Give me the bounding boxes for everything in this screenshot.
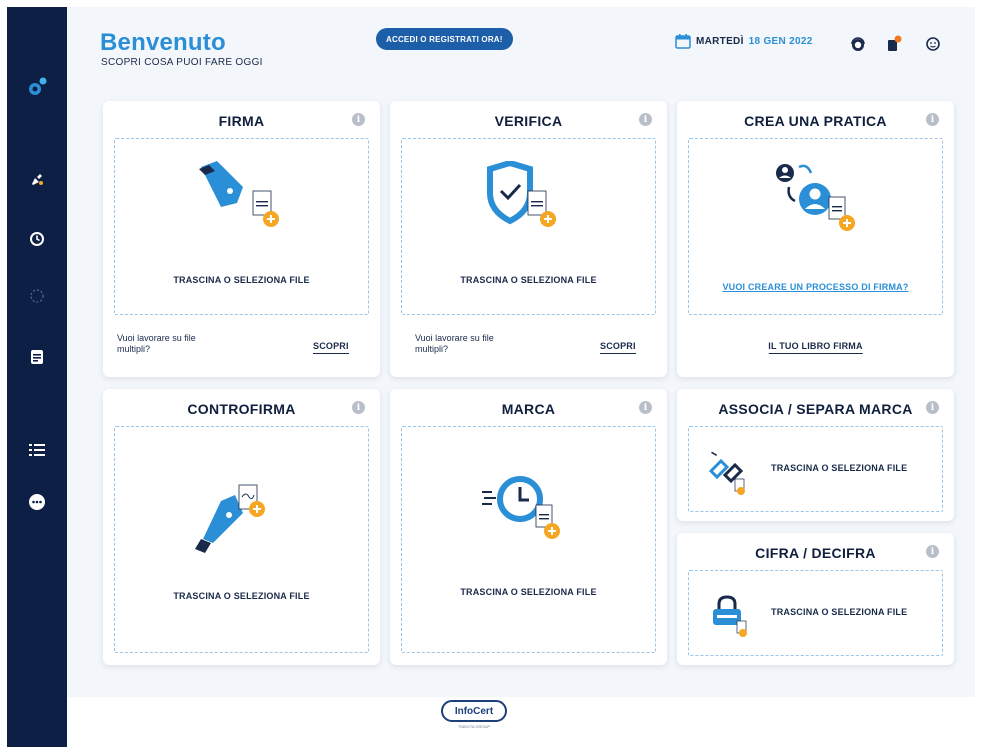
multiple-files-text: Vuoi lavorare su file multipli? xyxy=(117,333,196,354)
date-day: MARTEDÌ xyxy=(696,35,744,47)
app-logo-icon[interactable] xyxy=(7,73,67,101)
card-title: CREA UNA PRATICA xyxy=(744,113,887,129)
info-icon[interactable]: i xyxy=(639,113,652,126)
date-value: 18 GEN 2022 xyxy=(748,35,813,47)
drop-instruction: TRASCINA O SELEZIONA FILE xyxy=(771,607,908,617)
sidebar xyxy=(7,7,67,747)
card-title: CIFRA / DECIFRA xyxy=(755,545,876,561)
info-icon[interactable]: i xyxy=(639,401,652,414)
signature-book-link[interactable]: IL TUO LIBRO FIRMA xyxy=(768,341,863,354)
file-drop-zone[interactable]: TRASCINA O SELEZIONA FILE xyxy=(401,138,656,315)
create-signature-process-link[interactable]: VUOI CREARE UN PROCESSO DI FIRMA? xyxy=(689,282,942,292)
more-options-icon[interactable] xyxy=(7,488,67,516)
calendar-icon xyxy=(675,34,691,49)
card-associa-separa: ASSOCIA / SEPARA MARCA i TRASCINA O SELE… xyxy=(677,389,954,521)
notifications-icon[interactable] xyxy=(885,35,903,53)
discover-link[interactable]: SCOPRI xyxy=(600,341,636,354)
date-display: MARTEDÌ 18 GEN 2022 xyxy=(675,33,813,49)
card-verifica: VERIFICA i TRASCINA O SELEZIONA FILE Vuo… xyxy=(390,101,667,377)
list-icon[interactable] xyxy=(7,436,67,464)
card-firma: FIRMA i TRASCINA O SELEZIONA FILE Vuoi l… xyxy=(103,101,380,377)
drop-instruction: TRASCINA O SELEZIONA FILE xyxy=(460,275,597,285)
login-register-button[interactable]: ACCEDI O REGISTRATI ORA! xyxy=(376,28,513,50)
info-icon[interactable]: i xyxy=(926,401,939,414)
padlock-encrypt-icon xyxy=(713,595,747,637)
file-drop-zone[interactable]: TRASCINA O SELEZIONA FILE xyxy=(114,426,369,653)
info-icon[interactable]: i xyxy=(926,113,939,126)
users-process-icon xyxy=(776,164,855,231)
footer-bar xyxy=(67,697,975,747)
logo-text: InfoCert xyxy=(454,705,494,717)
file-drop-zone[interactable]: TRASCINA O SELEZIONA FILE xyxy=(401,426,656,653)
multiple-files-text: Vuoi lavorare su file multipli? xyxy=(415,333,494,354)
link-chain-icon xyxy=(708,451,745,495)
file-drop-zone[interactable]: TRASCINA O SELEZIONA FILE xyxy=(114,138,369,315)
info-icon[interactable]: i xyxy=(926,545,939,558)
drop-instruction: TRASCINA O SELEZIONA FILE xyxy=(771,463,908,473)
card-title: FIRMA xyxy=(218,113,265,129)
pen-sign-icon xyxy=(199,161,279,227)
file-drop-zone[interactable]: TRASCINA O SELEZIONA FILE xyxy=(688,570,943,656)
infocert-logo: InfoCert xyxy=(441,700,507,722)
drop-instruction: TRASCINA O SELEZIONA FILE xyxy=(460,587,597,597)
logo-tagline: TINEXTA GROUP xyxy=(457,724,491,729)
info-icon[interactable]: i xyxy=(352,401,365,414)
timestamp-clock-icon xyxy=(482,476,560,539)
shield-verify-icon xyxy=(487,161,556,227)
discover-link[interactable]: SCOPRI xyxy=(313,341,349,354)
card-marca: MARCA i TRASCINA O SELEZIONA FILE xyxy=(390,389,667,665)
drop-instruction: TRASCINA O SELEZIONA FILE xyxy=(173,591,310,601)
loading-dots-icon[interactable] xyxy=(7,282,67,310)
countersign-pen-icon xyxy=(195,484,265,553)
user-profile-icon[interactable] xyxy=(924,35,942,53)
file-drop-zone[interactable]: TRASCINA O SELEZIONA FILE xyxy=(688,426,943,512)
sign-nav-icon[interactable] xyxy=(7,165,67,193)
card-cifra-decifra: CIFRA / DECIFRA i TRASCINA O SELEZIONA F… xyxy=(677,533,954,665)
process-area: VUOI CREARE UN PROCESSO DI FIRMA? xyxy=(688,138,943,315)
card-title: ASSOCIA / SEPARA MARCA xyxy=(718,401,913,417)
welcome-subtitle: SCOPRI COSA PUOI FARE OGGI xyxy=(101,57,263,68)
support-agent-icon[interactable] xyxy=(849,35,867,53)
info-icon[interactable]: i xyxy=(352,113,365,126)
main-area: Benvenuto SCOPRI COSA PUOI FARE OGGI ACC… xyxy=(67,7,975,747)
drop-instruction: TRASCINA O SELEZIONA FILE xyxy=(173,275,310,285)
history-clock-icon[interactable] xyxy=(7,225,67,253)
card-controfirma: CONTROFIRMA i TRASCINA O SELEZIONA FILE xyxy=(103,389,380,665)
card-title: CONTROFIRMA xyxy=(187,401,296,417)
card-title: MARCA xyxy=(501,401,556,417)
card-title: VERIFICA xyxy=(494,113,563,129)
card-crea-pratica: CREA UNA PRATICA i VUOI CREARE UN PROCES… xyxy=(677,101,954,377)
documents-icon[interactable] xyxy=(7,343,67,371)
welcome-title: Benvenuto xyxy=(100,29,226,56)
